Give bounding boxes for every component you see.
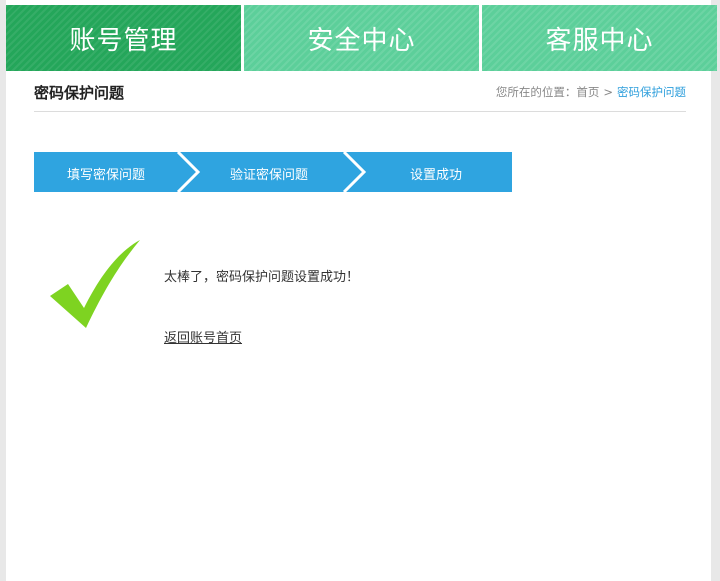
- breadcrumb-prefix: 您所在的位置：: [495, 85, 577, 99]
- step-1-fill-questions: 填写密保问题: [66, 168, 145, 183]
- left-border: [0, 0, 6, 581]
- page-title: 密码保护问题: [34, 84, 125, 102]
- checkmark-icon: [50, 240, 140, 328]
- progress-steps: 填写密保问题 验证密保问题 设置成功: [34, 152, 512, 192]
- back-to-account-home-link[interactable]: 返回账号首页: [164, 327, 242, 346]
- step-3-success: 设置成功: [409, 168, 462, 183]
- page-header: 密码保护问题 您所在的位置：首页 > 密码保护问题: [34, 78, 686, 112]
- tab-account-management[interactable]: 账号管理: [6, 5, 241, 71]
- success-message: 太棒了，密码保护问题设置成功！: [164, 270, 360, 285]
- breadcrumb-separator: >: [603, 85, 613, 99]
- breadcrumb: 您所在的位置：首页 > 密码保护问题: [496, 84, 686, 100]
- tab-customer-service[interactable]: 客服中心: [482, 5, 717, 71]
- step-2-verify-questions: 验证密保问题: [229, 168, 308, 183]
- tab-security-center[interactable]: 安全中心: [244, 5, 479, 71]
- breadcrumb-home-link[interactable]: 首页: [576, 85, 599, 99]
- top-nav-tabs: 账号管理 安全中心 客服中心: [6, 5, 717, 71]
- breadcrumb-current[interactable]: 密码保护问题: [617, 85, 686, 99]
- right-scroll-gutter: [711, 0, 720, 581]
